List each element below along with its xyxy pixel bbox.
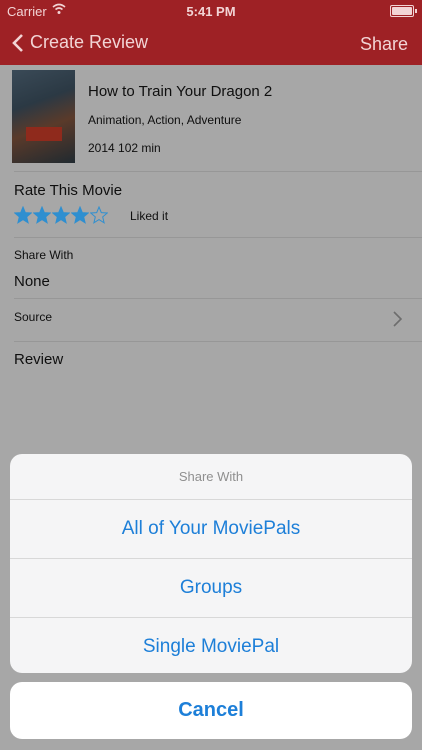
share-action-sheet: Share With All of Your MoviePals Groups … (10, 454, 412, 673)
rating-label: Rate This Movie (14, 182, 123, 199)
star-filled-icon[interactable] (14, 206, 32, 224)
share-all-moviepals-option[interactable]: All of Your MoviePals (10, 500, 412, 559)
cancel-button[interactable]: Cancel (10, 682, 412, 739)
share-button[interactable]: Share (360, 34, 408, 55)
movie-title: How to Train Your Dragon 2 (88, 83, 273, 100)
review-label[interactable]: Review (14, 351, 63, 368)
divider (14, 298, 422, 299)
chevron-left-icon (12, 33, 23, 52)
divider (14, 171, 422, 172)
navigation-bar: Create Review Share (0, 22, 422, 65)
back-label: Create Review (30, 32, 149, 52)
divider (14, 237, 422, 238)
rating-text: Liked it (130, 209, 169, 223)
battery-icon (390, 5, 417, 17)
movie-meta: 2014 102 min (88, 141, 161, 155)
star-filled-icon[interactable] (52, 206, 70, 224)
top-bar: Carrier 5:41 PM Create Review Share (0, 0, 422, 65)
share-single-moviepal-option[interactable]: Single MoviePal (10, 618, 412, 673)
chevron-right-icon (393, 311, 402, 327)
share-with-label: Share With (14, 248, 74, 262)
star-filled-icon[interactable] (33, 206, 51, 224)
rating-stars[interactable] (14, 206, 109, 224)
back-button[interactable]: Create Review (12, 32, 148, 53)
share-groups-option[interactable]: Groups (10, 559, 412, 618)
star-empty-icon[interactable] (90, 206, 108, 224)
action-sheet-title: Share With (10, 454, 412, 500)
movie-poster (12, 70, 75, 163)
divider (14, 341, 422, 342)
status-time: 5:41 PM (186, 4, 236, 19)
source-label[interactable]: Source (14, 310, 52, 324)
share-with-value[interactable]: None (14, 273, 50, 290)
movie-genres: Animation, Action, Adventure (88, 113, 242, 127)
star-filled-icon[interactable] (71, 206, 89, 224)
status-bar: Carrier 5:41 PM (0, 0, 422, 22)
